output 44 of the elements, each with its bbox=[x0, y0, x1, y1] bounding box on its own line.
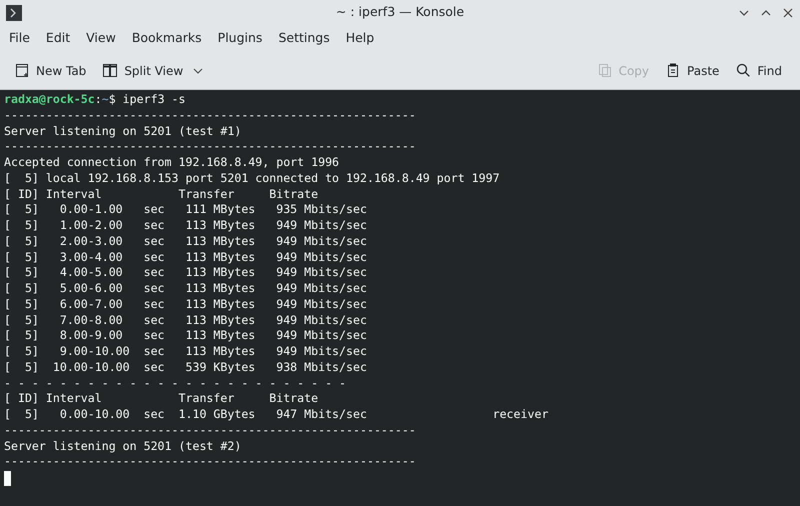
terminal-line: [ 5] 10.00-10.00 sec 539 KBytes 938 Mbits/sec bbox=[4, 360, 367, 376]
terminal-line: [ 5] 4.00-5.00 sec 113 MBytes 949 Mbits/sec bbox=[4, 265, 367, 281]
menu-item[interactable]: File bbox=[2, 27, 37, 50]
terminal-line: [ 5] local 192.168.8.153 port 5201 connected to 192.168.8.49 port 1997 bbox=[4, 170, 500, 186]
terminal-icon bbox=[6, 4, 22, 20]
new-tab-button[interactable]: New Tab bbox=[8, 58, 92, 84]
window-title: ~ : iperf3 — Konsole bbox=[336, 3, 464, 22]
text-cursor bbox=[4, 471, 11, 486]
terminal-line: [ 5] 6.00-7.00 sec 113 MBytes 949 Mbits/sec bbox=[4, 296, 367, 312]
terminal-line: [ 5] 8.00-9.00 sec 113 MBytes 949 Mbits/sec bbox=[4, 328, 367, 344]
search-icon bbox=[735, 62, 752, 79]
dropdown-caret-icon bbox=[193, 68, 204, 74]
terminal-line: ----------------------------------------------------------- bbox=[4, 422, 416, 438]
split-button[interactable]: Split View bbox=[96, 58, 210, 84]
terminal-line: Server listening on 5201 (test #2) bbox=[4, 438, 242, 454]
terminal-line: [ 5] 3.00-4.00 sec 113 MBytes 949 Mbits/sec bbox=[4, 250, 367, 266]
menu-item[interactable]: Plugins bbox=[210, 27, 270, 50]
terminal-line: [ 5] 5.00-6.00 sec 113 MBytes 949 Mbits/sec bbox=[4, 281, 367, 297]
menu-item[interactable]: View bbox=[79, 27, 123, 50]
terminal-line: [ 5] 0.00-1.00 sec 111 MBytes 935 Mbits/sec bbox=[4, 202, 367, 218]
terminal-line: [ ID] Interval Transfer Bitrate bbox=[4, 186, 318, 202]
new-tab-icon bbox=[14, 62, 30, 79]
terminal-line: ----------------------------------------------------------- bbox=[4, 108, 416, 124]
close-button[interactable] bbox=[782, 6, 794, 18]
paste-button[interactable]: Paste bbox=[659, 58, 726, 84]
terminal-line: [ ID] Interval Transfer Bitrate bbox=[4, 391, 318, 407]
terminal-line: Accepted connection from 192.168.8.49, port 1996 bbox=[4, 155, 340, 171]
terminal-line: [ 5] 9.00-10.00 sec 113 MBytes 949 Mbits/sec bbox=[4, 344, 367, 360]
find-button[interactable]: Find bbox=[729, 58, 788, 84]
terminal-line: Server listening on 5201 (test #1) bbox=[4, 124, 242, 140]
copy-icon bbox=[596, 62, 613, 79]
prompt-line: radxa@rock-5c:~$ iperf3 -s bbox=[4, 92, 186, 108]
split-view-icon bbox=[102, 62, 118, 79]
terminal-line: [ 5] 2.00-3.00 sec 113 MBytes 949 Mbits/sec bbox=[4, 234, 367, 250]
menu-item[interactable]: Help bbox=[338, 27, 382, 50]
terminal-line: [ 5] 1.00-2.00 sec 113 MBytes 949 Mbits/sec bbox=[4, 218, 367, 234]
terminal-line: [ 5] 0.00-10.00 sec 1.10 GBytes 947 Mbits/sec receiver bbox=[4, 407, 548, 423]
menu-item[interactable]: Edit bbox=[38, 27, 78, 50]
terminal-line: ----------------------------------------------------------- bbox=[4, 454, 416, 470]
terminal-line: ----------------------------------------------------------- bbox=[4, 139, 416, 155]
terminal-line: [ 5] 7.00-8.00 sec 113 MBytes 949 Mbits/sec bbox=[4, 312, 367, 328]
terminal-line: - - - - - - - - - - - - - - - - - - - - - - - - - bbox=[4, 376, 346, 392]
menu-item[interactable]: Bookmarks bbox=[124, 27, 209, 50]
menu-item[interactable]: Settings bbox=[271, 27, 337, 50]
